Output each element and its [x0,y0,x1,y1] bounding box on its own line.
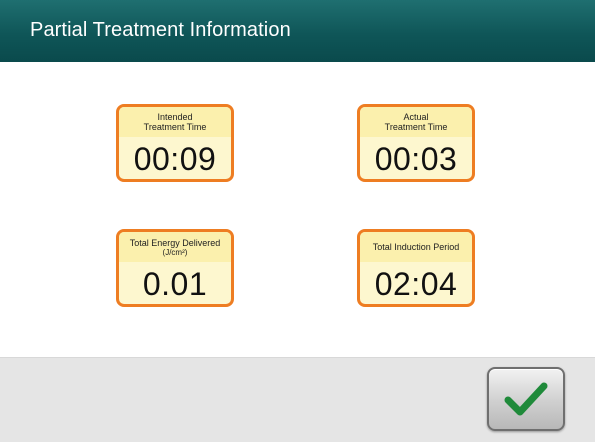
intended-treatment-time-label: Intended Treatment Time [119,107,231,137]
title-bar: Partial Treatment Information [0,0,595,62]
actual-treatment-time-value: 00:03 [374,140,458,177]
total-energy-delivered-value: 0.01 [142,265,208,302]
induction-label-text: Total Induction Period [372,242,460,252]
checkmark-icon [504,382,548,416]
total-induction-period-card: Total Induction Period 02:04 [357,229,475,307]
total-induction-period-label: Total Induction Period [360,232,472,262]
energy-unit-label: (J/cm²) [162,247,188,257]
total-energy-delivered-label: Total Energy Delivered (J/cm²) [119,232,231,262]
page-title: Partial Treatment Information [30,19,291,41]
intended-label-line2: Treatment Time [143,122,207,132]
energy-label-line1: Total Energy Delivered [129,237,221,248]
actual-label-line1: Actual [403,112,429,122]
confirm-button[interactable] [487,367,565,431]
total-energy-delivered-card: Total Energy Delivered (J/cm²) 0.01 [116,229,234,307]
actual-label-line2: Treatment Time [384,122,448,132]
actual-treatment-time-label: Actual Treatment Time [360,107,472,137]
intended-treatment-time-value: 00:09 [133,140,217,177]
intended-label-line1: Intended [157,112,193,122]
intended-treatment-time-card: Intended Treatment Time 00:09 [116,104,234,182]
total-induction-period-value: 02:04 [374,265,458,302]
actual-treatment-time-card: Actual Treatment Time 00:03 [357,104,475,182]
